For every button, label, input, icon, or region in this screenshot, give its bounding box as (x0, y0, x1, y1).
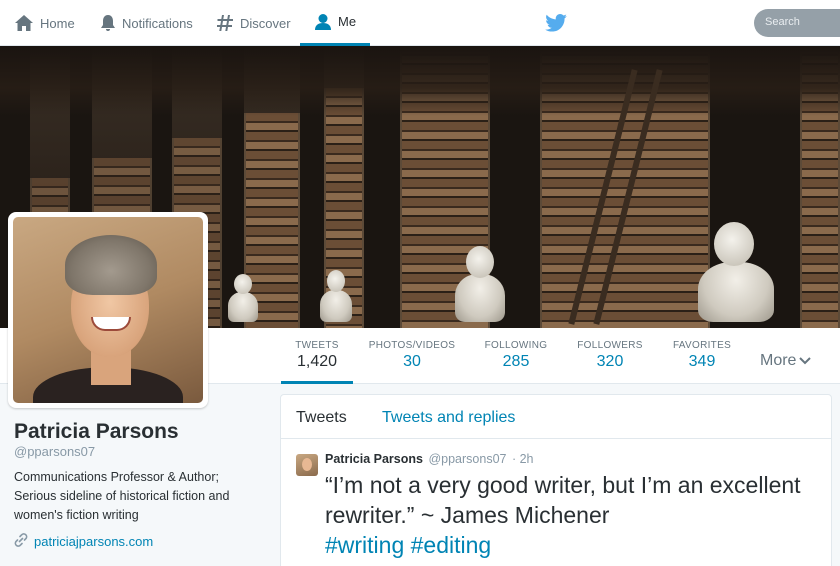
tab-tweets[interactable]: Tweets (296, 409, 347, 427)
tweet-author-name[interactable]: Patricia Parsons (325, 452, 423, 466)
tweet-text: “I’m not a very good writer, but I’m an … (325, 470, 825, 560)
tweet-body: “I’m not a very good writer, but I’m an … (325, 472, 801, 528)
top-nav: Home Notifications Discover Me Search (0, 0, 840, 46)
profile-avatar[interactable] (8, 212, 208, 408)
stat-value: 285 (502, 353, 530, 370)
stat-value: 349 (688, 353, 716, 370)
nav-notifications-label: Notifications (122, 15, 193, 31)
nav-discover-label: Discover (240, 15, 291, 31)
profile-website-label: patriciajparsons.com (34, 534, 154, 549)
stat-label: TWEETS (295, 340, 339, 351)
tweet-header: Patricia Parsons @pparsons07 · 2h (325, 452, 534, 466)
profile-bio: Communications Professor & Author; Serio… (14, 470, 230, 522)
nav-notifications[interactable]: Notifications (100, 0, 193, 46)
bell-icon (100, 14, 116, 32)
timeline-tabs: Tweets Tweets and replies (281, 395, 831, 439)
stat-value: 1,420 (296, 353, 338, 370)
stat-tweets[interactable]: TWEETS 1,420 (281, 328, 353, 384)
link-icon (14, 533, 34, 550)
profile-name[interactable]: Patricia Parsons (14, 420, 179, 444)
nav-home-label: Home (40, 15, 75, 31)
tab-tweets-and-replies[interactable]: Tweets and replies (382, 409, 515, 427)
stat-favorites[interactable]: FAVORITES 349 (666, 328, 738, 384)
chevron-down-icon (796, 352, 812, 370)
profile-handle: @pparsons07 (14, 444, 96, 459)
stat-value: 320 (596, 353, 624, 370)
stat-followers[interactable]: FOLLOWERS 320 (570, 328, 650, 384)
nav-discover[interactable]: Discover (216, 0, 291, 46)
stat-value: 30 (403, 353, 421, 370)
stat-label: FOLLOWERS (577, 340, 643, 351)
tweet-timestamp[interactable]: · 2h (512, 452, 534, 466)
stat-label: PHOTOS/VIDEOS (368, 340, 456, 351)
search-input[interactable]: Search (754, 9, 840, 37)
stat-label: FAVORITES (672, 340, 732, 351)
more-button[interactable]: More (760, 352, 812, 370)
nav-me-label: Me (338, 14, 357, 29)
nav-me[interactable]: Me (300, 0, 371, 46)
person-icon (314, 13, 332, 31)
stat-following[interactable]: FOLLOWING 285 (478, 328, 554, 384)
tweet-author-handle: @pparsons07 (428, 452, 507, 466)
timeline: Tweets Tweets and replies Patricia Parso… (280, 394, 832, 566)
twitter-logo-icon[interactable] (545, 14, 567, 37)
profile-website-link[interactable]: patriciajparsons.com (14, 533, 153, 550)
stat-label: FOLLOWING (484, 340, 548, 351)
tweet-avatar[interactable] (296, 454, 318, 476)
more-label: More (760, 352, 797, 369)
tweet-hashtags[interactable]: #writing #editing (325, 532, 491, 558)
nav-home[interactable]: Home (14, 0, 75, 46)
home-icon (14, 14, 34, 32)
hashtag-icon (216, 14, 234, 32)
stat-photos-videos[interactable]: PHOTOS/VIDEOS 30 (362, 328, 462, 384)
